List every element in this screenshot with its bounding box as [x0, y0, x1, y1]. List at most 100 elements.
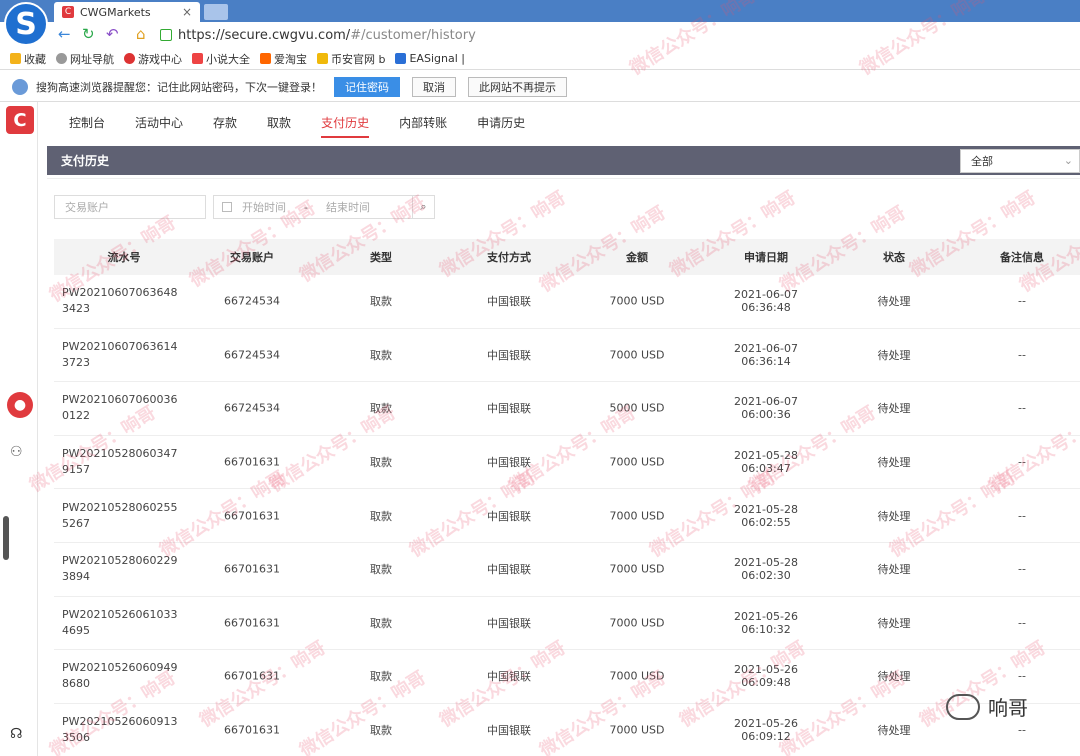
status-select[interactable]: 全部 ⌄ [960, 149, 1080, 173]
cell-status: 待处理 [877, 563, 911, 577]
header-status[interactable]: 状态 [824, 249, 964, 265]
header-method[interactable]: 支付方式 [452, 249, 566, 265]
cell-amount: 7000 USD [609, 348, 665, 362]
date-range-picker[interactable]: 开始时间 - 结束时间 ⌕ [213, 195, 435, 219]
back-icon[interactable]: ← [58, 25, 71, 43]
cell-serial: PW202106070636143723 [62, 339, 178, 369]
close-icon[interactable]: × [182, 5, 192, 19]
cell-account: 66701631 [224, 562, 280, 576]
cell-status: 待处理 [877, 509, 911, 523]
cell-remark: -- [1018, 401, 1026, 415]
bookmark-taobao[interactable]: 爱淘宝 [260, 51, 307, 67]
cell-serial: PW202106070600360122 [62, 393, 178, 423]
bookmark-nav[interactable]: 网址导航 [56, 51, 114, 67]
table-row[interactable]: PW202105280602555267 66701631 取款 中国银联 7000 U… [54, 489, 1080, 543]
table-header: 流水号 交易账户 类型 支付方式 金额 申请日期 状态 备注信息 [54, 239, 1080, 275]
table-row[interactable]: PW202106070600360122 66724534 取款 中国银联 5000 U… [54, 382, 1080, 436]
start-date-input[interactable]: 开始时间 [242, 199, 286, 215]
cell-status: 待处理 [877, 724, 911, 738]
cell-account: 66724534 [224, 294, 280, 308]
home-icon[interactable]: ⌂ [136, 25, 146, 43]
scrollbar-handle[interactable] [3, 516, 9, 560]
remember-password-button[interactable]: 记住密码 [334, 76, 400, 97]
tab-application-history[interactable]: 申请历史 [462, 102, 540, 142]
header-amount[interactable]: 金额 [566, 249, 708, 265]
browser-logo-icon[interactable]: S [4, 2, 48, 46]
search-icon[interactable]: ⌕ [412, 196, 434, 218]
tab-withdraw[interactable]: 取款 [252, 102, 306, 142]
cell-remark: -- [1018, 294, 1026, 308]
cwg-logo-icon[interactable]: C [6, 106, 34, 134]
cell-serial: PW202105260609133506 [62, 715, 178, 745]
table-row[interactable]: PW202105260609133506 66701631 取款 中国银联 7000 U… [54, 704, 1080, 756]
group-icon[interactable]: ⚇ [10, 444, 23, 460]
password-save-bar: 搜狗高速浏览器提醒您：记住此网站密码，下次一键登录！ 记住密码 取消 此网站不再… [0, 72, 1080, 102]
cancel-button[interactable]: 取消 [412, 76, 456, 97]
header-date[interactable]: 申请日期 [708, 249, 824, 265]
divider [47, 178, 1080, 179]
bookmark-novels[interactable]: 小说大全 [192, 51, 250, 67]
cell-remark: -- [1018, 616, 1026, 630]
cell-method: 中国银联 [487, 563, 531, 577]
cell-date: 2021-05-26 06:10:32 [734, 609, 798, 636]
wechat-icon [946, 693, 980, 720]
bookmark-favorites[interactable]: 收藏 [10, 51, 46, 67]
browser-tab[interactable]: C CWGMarkets × [54, 2, 200, 22]
cell-amount: 7000 USD [609, 294, 665, 308]
cell-remark: -- [1018, 562, 1026, 576]
cell-account: 66724534 [224, 348, 280, 362]
tab-dashboard[interactable]: 控制台 [54, 102, 120, 142]
password-prompt-text: 搜狗高速浏览器提醒您：记住此网站密码，下次一键登录！ [36, 80, 322, 94]
cell-method: 中国银联 [487, 670, 531, 684]
bookmark-games[interactable]: 游戏中心 [124, 51, 182, 67]
tab-payment-history[interactable]: 支付历史 [306, 102, 384, 142]
cell-method: 中国银联 [487, 348, 531, 362]
cell-type: 取款 [370, 616, 392, 630]
address-bar[interactable]: https://secure.cwgvu.com/ #/customer/his… [160, 24, 760, 46]
cell-remark: -- [1018, 509, 1026, 523]
cell-status: 待处理 [877, 670, 911, 684]
bookmark-binance[interactable]: 币安官网 b [317, 51, 385, 67]
table-row[interactable]: PW202105260610334695 66701631 取款 中国银联 7000 U… [54, 597, 1080, 651]
cell-method: 中国银联 [487, 509, 531, 523]
bookmark-easignal[interactable]: EASignal | [395, 52, 465, 65]
status-select-value: 全部 [971, 155, 993, 168]
new-tab-button[interactable] [204, 4, 228, 20]
cwg-favicon-icon: C [62, 6, 74, 18]
undo-icon[interactable]: ↶ [106, 25, 119, 43]
header-type[interactable]: 类型 [310, 249, 452, 265]
cell-remark: -- [1018, 455, 1026, 469]
account-input[interactable]: 交易账户 [54, 195, 206, 219]
tab-activity[interactable]: 活动中心 [120, 102, 198, 142]
cell-status: 待处理 [877, 348, 911, 362]
header-remark[interactable]: 备注信息 [964, 249, 1080, 265]
table-row[interactable]: PW202106070636143723 66724534 取款 中国银联 7000 U… [54, 329, 1080, 383]
end-date-input[interactable]: 结束时间 [326, 199, 370, 215]
headset-icon[interactable]: ☊ [10, 726, 22, 742]
cell-status: 待处理 [877, 402, 911, 416]
header-account[interactable]: 交易账户 [194, 249, 310, 265]
tab-internal-transfer[interactable]: 内部转账 [384, 102, 462, 142]
table-row[interactable]: PW202105260609498680 66701631 取款 中国银联 7000 U… [54, 650, 1080, 704]
cell-date: 2021-05-28 06:03:47 [734, 449, 798, 476]
table-row[interactable]: PW202105280602293894 66701631 取款 中国银联 7000 U… [54, 543, 1080, 597]
header-serial[interactable]: 流水号 [54, 249, 194, 265]
cell-remark: -- [1018, 723, 1026, 737]
never-for-site-button[interactable]: 此网站不再提示 [468, 76, 567, 97]
cell-serial: PW202105280602293894 [62, 554, 178, 584]
cell-method: 中国银联 [487, 456, 531, 470]
brand-name: 响哥 [988, 696, 1028, 720]
cell-type: 取款 [370, 295, 392, 309]
cell-type: 取款 [370, 724, 392, 738]
table-row[interactable]: PW202105280603479157 66701631 取款 中国银联 7000 U… [54, 436, 1080, 490]
user-icon[interactable]: ● [7, 392, 33, 418]
cell-date: 2021-06-07 06:00:36 [734, 395, 798, 422]
star-icon [10, 53, 21, 64]
cell-method: 中国银联 [487, 402, 531, 416]
cell-method: 中国银联 [487, 295, 531, 309]
tab-deposit[interactable]: 存款 [198, 102, 252, 142]
cell-remark: -- [1018, 348, 1026, 362]
table-row[interactable]: PW202106070636483423 66724534 取款 中国银联 7000 U… [54, 275, 1080, 329]
refresh-icon[interactable]: ↻ [82, 25, 95, 43]
left-rail: C ● ⚇ ☊ [0, 102, 38, 756]
